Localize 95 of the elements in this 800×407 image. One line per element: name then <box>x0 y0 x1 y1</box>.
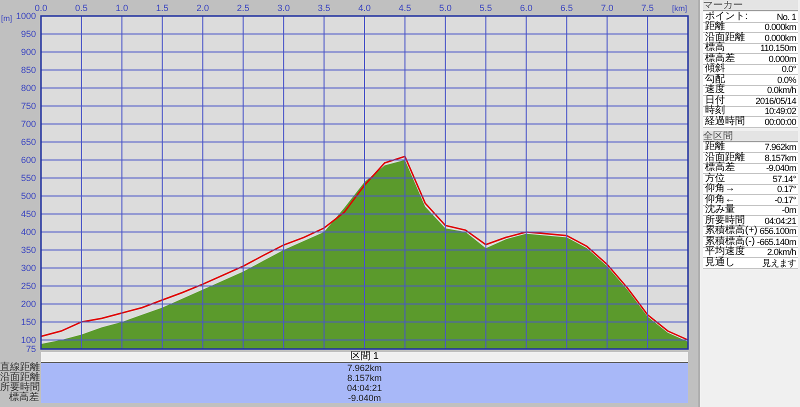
property-value: No. 1 <box>776 12 796 22</box>
property-label: 日付 <box>705 96 725 106</box>
property-value: 0.000km <box>764 22 796 32</box>
property-value: -665.140m <box>757 236 796 247</box>
property-value: 0.0% <box>777 74 796 85</box>
x-tick-label: 3.0 <box>277 3 290 13</box>
y-tick-label: 150 <box>20 317 36 327</box>
row-label: 直線距離 <box>0 363 41 373</box>
group-title: 全区間 <box>703 130 798 142</box>
group-title: マーカー <box>703 0 798 11</box>
row-label: 沿面距離 <box>0 373 41 383</box>
property-label: 仰角→ <box>705 184 735 194</box>
x-tick-label: 2.5 <box>236 3 250 13</box>
x-tick-label: 1.5 <box>156 3 169 13</box>
property-label: 経過時間 <box>705 116 745 127</box>
y-tick-label: 1000 <box>16 11 36 21</box>
table-cell: 04:04:21 <box>41 383 688 393</box>
row-label: 所要時間 <box>0 383 41 393</box>
x-tick-label: 0.5 <box>75 3 88 13</box>
property-label: 標高 <box>705 43 725 54</box>
x-tick-label: 0.0 <box>34 3 48 13</box>
x-tick-label: 7.0 <box>600 3 614 13</box>
x-tick-label: 1.0 <box>116 3 128 13</box>
y-tick-label: 950 <box>20 29 36 39</box>
y-tick-label: 900 <box>20 47 36 57</box>
table-cell: 7.962km <box>41 363 688 373</box>
property-value: 04:04:21 <box>764 216 796 226</box>
property-label: 距離 <box>705 142 725 152</box>
property-value: 0.0° <box>782 64 796 74</box>
property-label: 仰角← <box>705 194 735 205</box>
y-tick-label: 400 <box>20 227 36 237</box>
property-label: 速度 <box>705 85 725 96</box>
property-value: 0.0km/h <box>767 85 796 96</box>
x-tick-label: 4.5 <box>398 3 412 13</box>
y-tick-label: 750 <box>20 101 36 111</box>
property-label: 標高差 <box>705 54 735 64</box>
table-cell: 8.157km <box>41 373 688 383</box>
property-value: 見えます <box>762 258 796 268</box>
property-value: 0.17° <box>777 184 796 194</box>
y-tick-label: 650 <box>20 137 36 147</box>
y-tick-label: 75 <box>26 344 36 352</box>
y-tick-label: 450 <box>20 209 36 219</box>
row-label: 標高差 <box>8 393 40 403</box>
property-value: 8.157km <box>764 152 796 163</box>
property-label: 見通し <box>705 258 735 268</box>
y-tick-label: 350 <box>20 245 36 255</box>
x-tick-label: 5.0 <box>439 3 452 13</box>
property-value: 7.962km <box>764 142 796 152</box>
property-value: 0.000km <box>764 32 796 43</box>
property-label: 累積標高(-) <box>705 236 755 247</box>
property-value: 57.14° <box>772 174 796 184</box>
property-value: -0m <box>782 205 796 216</box>
property-label: 時刻 <box>705 106 725 116</box>
property-value: -9.040m <box>766 163 796 174</box>
y-tick-label: 100 <box>20 335 36 345</box>
property-label: 標高差 <box>705 163 735 174</box>
table-cell: -9.040m <box>41 393 688 403</box>
x-tick-label: 6.0 <box>520 3 532 13</box>
property-value: 656.100m <box>760 226 796 236</box>
property-label: 傾斜 <box>705 64 725 74</box>
property-label: 累積標高(+) <box>705 226 758 236</box>
x-tick-label: 7.5 <box>641 3 654 13</box>
y-tick-label: 850 <box>20 65 36 75</box>
x-axis-unit: [km] <box>672 4 688 13</box>
y-tick-label: 550 <box>20 173 36 183</box>
property-value: 2016/05/14 <box>755 96 796 106</box>
property-value: 2.0km/h <box>767 247 796 258</box>
property-label: 沈み量 <box>705 205 735 216</box>
section-header: 区間 1 <box>41 352 688 363</box>
x-tick-label: 4.0 <box>358 3 371 13</box>
property-label: 方位 <box>705 174 725 184</box>
y-tick-label: 250 <box>20 281 36 291</box>
y-tick-label: 500 <box>20 191 36 201</box>
x-tick-label: 5.5 <box>480 3 492 13</box>
x-tick-label: 2.0 <box>196 3 209 13</box>
x-tick-label: 6.5 <box>560 3 573 13</box>
property-value: 00:00:00 <box>764 116 796 127</box>
y-tick-label: 800 <box>20 83 36 93</box>
property-value: 110.150m <box>760 43 796 54</box>
property-value: 10:49:02 <box>764 106 796 116</box>
property-label: 沿面距離 <box>705 32 745 43</box>
y-tick-label: 700 <box>20 119 36 129</box>
property-label: 所要時間 <box>705 216 745 226</box>
property-value: -0.17° <box>774 194 796 205</box>
property-label: 沿面距離 <box>705 152 745 163</box>
y-axis-unit: [m] <box>1 14 12 23</box>
property-label: 平均速度 <box>705 247 745 258</box>
property-value: 0.000m <box>768 54 796 64</box>
property-label: 勾配 <box>705 74 725 85</box>
property-label: 距離 <box>705 22 725 32</box>
property-label: ポイント: <box>705 12 748 22</box>
y-tick-label: 200 <box>20 299 36 309</box>
y-tick-label: 300 <box>20 263 36 273</box>
x-tick-label: 3.5 <box>318 3 330 13</box>
y-tick-label: 600 <box>20 155 36 165</box>
